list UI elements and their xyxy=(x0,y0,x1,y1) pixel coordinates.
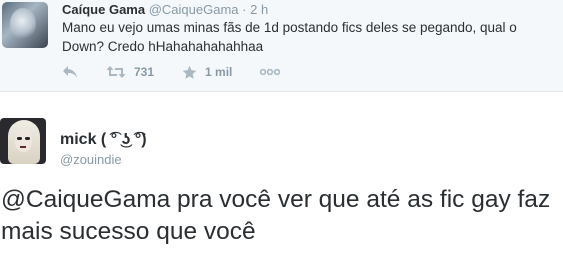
retweet-button[interactable]: 731 xyxy=(106,65,154,79)
reply-handle[interactable]: @zouindie xyxy=(60,152,122,167)
reply-avatar[interactable] xyxy=(0,118,46,164)
more-button[interactable] xyxy=(260,69,281,75)
quoted-tweet[interactable]: Caíque Gama @CaiqueGama · 2 h Mano eu ve… xyxy=(0,0,563,92)
quoted-avatar[interactable] xyxy=(2,2,48,48)
star-icon xyxy=(182,65,197,79)
mention-link[interactable]: @CaiqueGama xyxy=(1,186,170,213)
favorite-button[interactable]: 1 mil xyxy=(182,65,232,80)
quoted-display-name[interactable]: Caíque Gama xyxy=(62,2,145,17)
retweet-icon xyxy=(106,66,126,78)
more-icon xyxy=(260,69,281,75)
tweet-actions: 731 1 mil xyxy=(62,62,308,82)
quoted-timestamp[interactable]: 2 h xyxy=(250,2,268,17)
quoted-handle[interactable]: @CaiqueGama xyxy=(149,2,239,17)
reply-display-name[interactable]: mick ( ͡° ͜ʖ ͡°) xyxy=(60,131,147,149)
quoted-separator: · xyxy=(242,2,247,17)
quoted-tweet-text: Mano eu vejo umas minas fãs de 1d postan… xyxy=(62,20,517,54)
favorite-count: 1 mil xyxy=(205,65,233,79)
reply-tweet-text: @CaiqueGama pra você ver que até as fic … xyxy=(1,184,561,248)
reply-button[interactable] xyxy=(62,65,78,79)
retweet-count: 731 xyxy=(134,65,155,79)
quoted-header: Caíque Gama @CaiqueGama · 2 h xyxy=(62,2,268,17)
reply-icon xyxy=(63,66,77,78)
